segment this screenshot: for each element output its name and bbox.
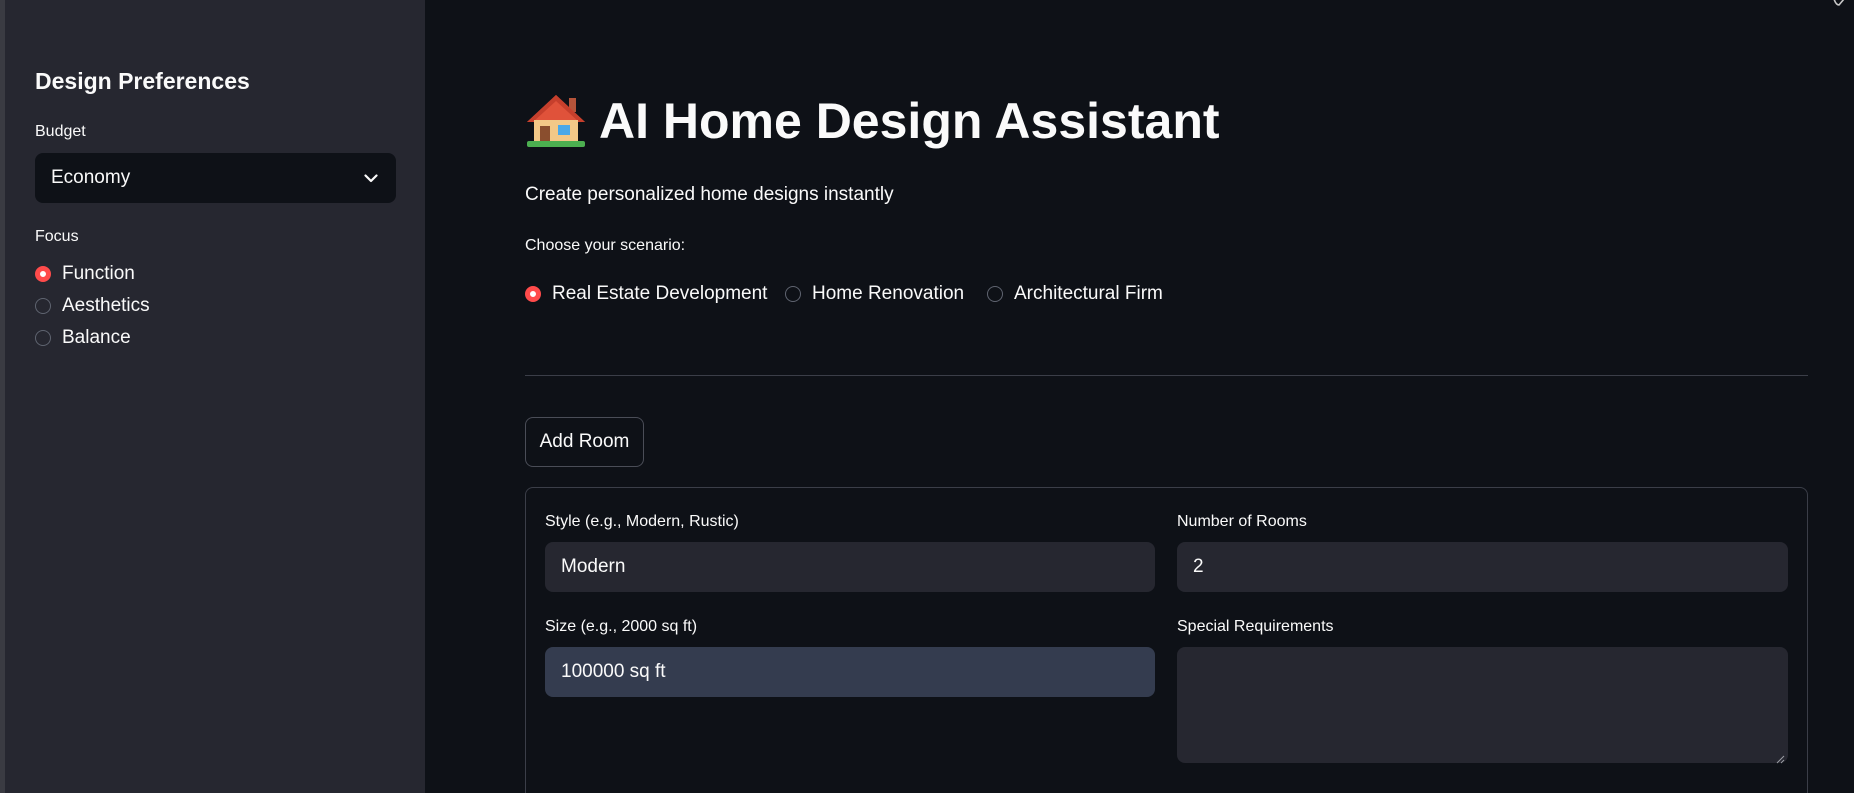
chevron-down-icon [362,169,380,187]
rooms-field-label: Number of Rooms [1177,513,1307,530]
section-divider [525,375,1808,376]
requirements-textarea[interactable] [1177,647,1788,764]
size-input[interactable]: 100000 sq ft [545,647,1155,697]
radio-unselected-icon [35,330,51,346]
focus-label: Focus [35,228,79,245]
scenario-option-home-renovation[interactable]: Home Renovation [785,283,964,305]
sidebar-heading: Design Preferences [35,68,250,94]
radio-unselected-icon [35,298,51,314]
scenario-option-architectural-firm[interactable]: Architectural Firm [987,283,1163,305]
focus-option-label: Function [62,263,135,284]
page-title-row: AI Home Design Assistant [525,92,1220,150]
scenario-option-label: Architectural Firm [1014,283,1163,304]
house-icon [525,92,587,150]
scenario-option-label: Home Renovation [812,283,965,304]
radio-selected-icon [525,286,541,302]
style-field-label: Style (e.g., Modern, Rustic) [545,513,739,530]
toolbar-fragment [1832,0,1846,6]
add-room-button[interactable]: Add Room [525,417,644,467]
style-input[interactable]: Modern [545,542,1155,592]
page-title: AI Home Design Assistant [599,93,1220,149]
requirements-field-label: Special Requirements [1177,618,1334,635]
scenario-option-label: Real Estate Development [552,283,768,304]
scenario-label: Choose your scenario: [525,237,686,254]
focus-option-label: Balance [62,327,131,348]
budget-label: Budget [35,123,86,140]
page-subtitle: Create personalized home designs instant… [525,184,894,205]
room-form: Style (e.g., Modern, Rustic) Modern Numb… [525,487,1808,793]
focus-option-balance[interactable]: Balance [35,327,131,349]
radio-unselected-icon [785,286,801,302]
sidebar: Design Preferences Budget Economy Focus … [5,0,425,793]
focus-option-function[interactable]: Function [35,263,135,285]
rooms-input[interactable]: 2 [1177,542,1788,592]
app-window: Design Preferences Budget Economy Focus … [0,0,1854,793]
budget-select[interactable]: Economy [35,153,396,203]
focus-option-label: Aesthetics [62,295,150,316]
scenario-option-real-estate[interactable]: Real Estate Development [525,283,767,305]
resize-handle-icon[interactable] [1776,751,1785,764]
focus-option-aesthetics[interactable]: Aesthetics [35,295,150,317]
main-content: AI Home Design Assistant Create personal… [425,0,1854,793]
size-field-label: Size (e.g., 2000 sq ft) [545,618,698,635]
radio-selected-icon [35,266,51,282]
radio-unselected-icon [987,286,1003,302]
budget-selected-value: Economy [51,167,131,188]
